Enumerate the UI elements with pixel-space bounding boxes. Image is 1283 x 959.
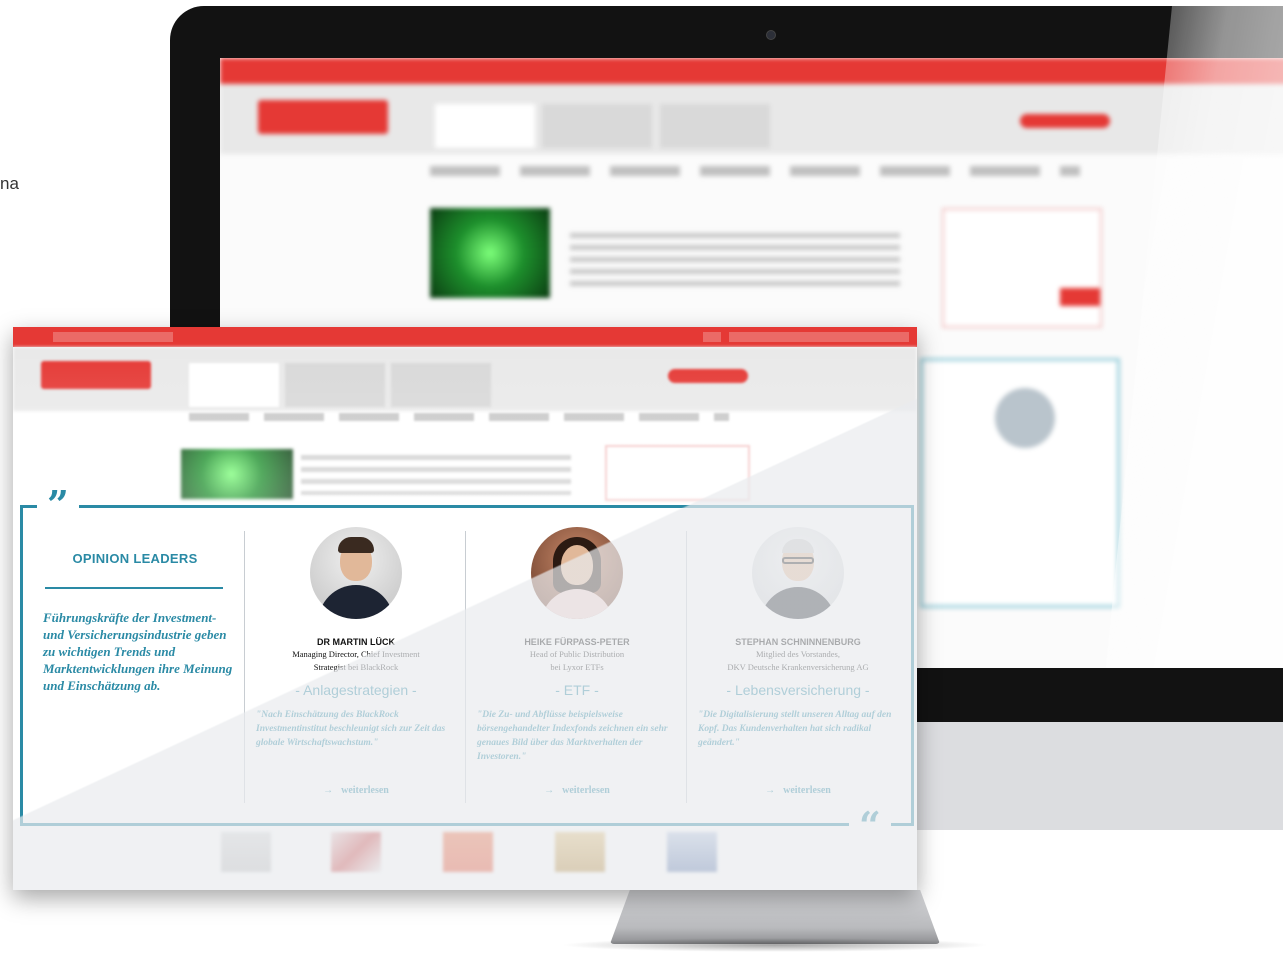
top-bar-text: [53, 332, 173, 342]
leader-name: STEPHAN SCHNINNENBURG: [735, 637, 861, 647]
article-image: [430, 208, 550, 298]
website-screenshot-card: ” “ OPINION LEADERS Führungskräfte der I…: [13, 327, 917, 890]
leader-role: Mitglied des Vorstandes,: [756, 649, 840, 659]
article-teaser: [570, 233, 900, 293]
partner-logos: [213, 832, 733, 876]
leader-role: bei Lyxor ETFs: [550, 662, 604, 672]
leader-quote: "Die Digitalisierung stellt unseren Allt…: [698, 710, 892, 748]
header-fade: [13, 347, 917, 502]
top-bar-links: [729, 332, 909, 342]
partner-logo[interactable]: [443, 832, 493, 872]
stand-shadow: [560, 938, 990, 952]
monitor-stand: [610, 890, 940, 944]
leader-topic: - ETF -: [555, 682, 599, 698]
title-divider: [45, 587, 223, 589]
leader-topic: - Anlagestrategien -: [295, 682, 417, 698]
read-more-link[interactable]: → weiterlesen: [246, 785, 466, 796]
newsletter-box: [942, 208, 1102, 328]
avatar: [752, 527, 844, 619]
top-bar-icon: [703, 332, 721, 342]
leader-topic: - Lebensversicherung -: [726, 682, 870, 698]
site-tab-3[interactable]: [660, 104, 770, 148]
monitor-chin: [916, 722, 1283, 830]
monitor-bezel-bottom: [916, 668, 1283, 724]
opinion-leaders-intro: Führungskräfte der Investment- und Versi…: [43, 610, 233, 693]
read-more-label: weiterlesen: [341, 785, 389, 796]
open-quote-icon: ”: [37, 486, 79, 524]
leader-name: DR MARTIN LÜCK: [317, 637, 395, 647]
arrow-right-icon: →: [323, 785, 334, 796]
leader-role: Managing Director, Chief Investment: [292, 649, 420, 659]
opinion-leader-card: DR MARTIN LÜCK Managing Director, Chief …: [246, 527, 466, 796]
site-top-bar: [220, 58, 1283, 84]
site-top-bar: [13, 327, 917, 347]
opinion-leader-card: HEIKE FÜRPASS-PETER Head of Public Distr…: [467, 527, 687, 796]
arrow-right-icon: →: [765, 785, 776, 796]
site-tab-2[interactable]: [542, 104, 652, 148]
partner-logo[interactable]: [221, 832, 271, 872]
sidebar-avatar: [995, 388, 1055, 448]
webcam: [766, 30, 776, 40]
column-divider: [244, 531, 245, 803]
clipped-heading-text: na: [0, 174, 19, 193]
leader-role: Head of Public Distribution: [529, 649, 625, 659]
leader-name: HEIKE FÜRPASS-PETER: [524, 637, 630, 647]
opinion-leaders-title: OPINION LEADERS: [72, 551, 198, 566]
site-tab-1[interactable]: [435, 104, 535, 148]
read-more-link[interactable]: → weiterlesen: [467, 785, 687, 796]
avatar: [310, 527, 402, 619]
site-menu-button[interactable]: [258, 100, 388, 134]
arrow-right-icon: →: [544, 785, 555, 796]
leader-quote: "Die Zu- und Abflüsse beispielsweise bör…: [477, 710, 668, 762]
partner-logo[interactable]: [331, 832, 381, 872]
read-more-label: weiterlesen: [562, 785, 610, 796]
leader-role: Strategist bei BlackRock: [313, 662, 399, 672]
read-more-link[interactable]: → weiterlesen: [688, 785, 908, 796]
leader-role: DKV Deutsche Krankenversicherung AG: [727, 662, 869, 672]
avatar: [531, 527, 623, 619]
leader-quote: "Nach Einschätzung des BlackRock Investm…: [256, 710, 446, 748]
newsletter-button[interactable]: [1060, 288, 1100, 306]
site-nav[interactable]: [430, 166, 1080, 176]
opinion-leader-card: STEPHAN SCHNINNENBURG Mitglied des Vorst…: [688, 527, 908, 796]
read-more-label: weiterlesen: [783, 785, 831, 796]
close-quote-icon: “: [849, 807, 891, 845]
partner-logo[interactable]: [667, 832, 717, 872]
partner-logo[interactable]: [555, 832, 605, 872]
site-social-icons[interactable]: [1020, 114, 1110, 128]
